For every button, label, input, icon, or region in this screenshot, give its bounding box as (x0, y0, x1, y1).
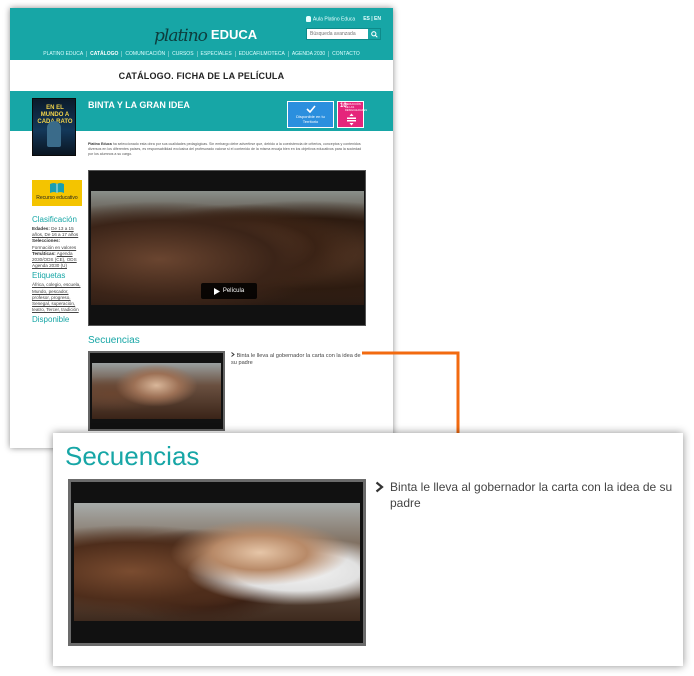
recurso-educativo-badge[interactable]: Recurso educativo (32, 180, 82, 206)
play-movie-button[interactable]: Película (201, 283, 257, 299)
main-nav: PLATINO EDUCA CATÁLOGO COMUNICACIÓN CURS… (10, 48, 393, 59)
chevron-right-icon (231, 352, 235, 357)
equality-icon (347, 113, 356, 126)
sequence-thumbnail[interactable] (68, 479, 366, 646)
search-icon (370, 30, 378, 38)
sequence-item-link[interactable]: Binta le lleva al gobernador la carta co… (390, 479, 680, 511)
sequence-frame-small (92, 363, 221, 419)
secuencias-heading: Secuencias (65, 441, 200, 471)
secuencias-heading-small: Secuencias (88, 335, 140, 346)
ods-10-badge[interactable]: 10 REDUCCIÓN DE LAS DESIGUALDADES (337, 101, 368, 128)
film-sidebar: Clasificación Edades: De 13 a 15 años, D… (32, 213, 84, 326)
nav-agenda-2030[interactable]: AGENDA 2030 (287, 50, 328, 57)
lang-es[interactable]: ES (363, 16, 370, 22)
film-poster: EN EL MUNDO A CADA RATO (32, 98, 76, 156)
play-label: Película (222, 288, 245, 294)
nav-platino-educa[interactable]: PLATINO EDUCA (40, 51, 86, 57)
language-switch: ES | EN (363, 16, 381, 23)
lang-en[interactable]: EN (374, 16, 381, 22)
top-links: Aula Platino Educa ES | EN (305, 16, 381, 23)
intro-text: Platino Educa ha seleccionado esta obra … (88, 142, 366, 158)
sequence-item-small-label: Binta le lleva al gobernador la carta co… (231, 353, 361, 366)
sequence-item-small[interactable]: Binta le lleva al gobernador la carta co… (231, 352, 361, 367)
zoom-panel: Secuencias Binta le lleva al gobernador … (53, 433, 683, 666)
nav-educafilmoteca[interactable]: EDUCAFILMOTECA (234, 50, 288, 57)
search-box (306, 28, 381, 40)
catalog-page: platino EDUCA Aula Platino Educa ES | EN… (10, 8, 393, 448)
nav-especiales[interactable]: ESPECIALES (196, 50, 235, 57)
edades-label: Edades: (32, 226, 50, 231)
logo-script: platino (154, 26, 208, 46)
aula-link[interactable]: Aula Platino Educa (305, 16, 356, 23)
etiquetas-heading: Etiquetas (32, 271, 66, 281)
recurso-label: Recurso educativo (36, 195, 78, 201)
play-icon (213, 287, 220, 295)
badge-disponible-label: Disponible en tu Territorio (296, 114, 325, 124)
nav-catalogo[interactable]: CATÁLOGO (86, 50, 121, 57)
ods-label: REDUCCIÓN DE LAS DESIGUALDADES (345, 103, 368, 112)
logo-educa: EDUCA (210, 27, 258, 42)
chevron-right-icon (375, 481, 384, 493)
platino-educa-logo[interactable]: platino EDUCA (154, 18, 257, 46)
aula-link-label: Aula Platino Educa (312, 16, 356, 23)
checkmark-icon (305, 105, 316, 114)
badge-disponible-territorio[interactable]: Disponible en tu Territorio (287, 101, 334, 128)
book-icon (50, 183, 64, 193)
search-button[interactable] (368, 29, 380, 39)
poster-figure (47, 121, 61, 147)
disponible-heading: Disponible (32, 315, 70, 325)
nav-contacto[interactable]: CONTACTO (328, 50, 363, 57)
site-header: platino EDUCA Aula Platino Educa ES | EN… (10, 8, 393, 60)
sequence-frame (74, 503, 360, 621)
search-input[interactable] (307, 29, 369, 39)
sequence-thumbnail-small[interactable] (88, 351, 225, 431)
page-title: CATÁLOGO. FICHA DE LA PELÍCULA (118, 71, 285, 81)
nav-cursos[interactable]: CURSOS (168, 50, 196, 57)
video-player[interactable]: Película (88, 170, 366, 326)
tematicas-label: Temáticas: (32, 250, 56, 256)
nav-comunicacion[interactable]: COMUNICACIÓN (121, 50, 168, 57)
user-icon (305, 16, 311, 22)
film-title: BINTA Y LA GRAN IDEA (88, 100, 190, 110)
intro-body: ha seleccionado esta obra por sus cualid… (88, 142, 362, 157)
etiquetas-links[interactable]: África, colegio, escuela, Mundo, pescado… (32, 282, 84, 313)
clasificacion-heading: Clasificación (32, 215, 77, 224)
intro-bold: Platino Educa (88, 142, 112, 146)
